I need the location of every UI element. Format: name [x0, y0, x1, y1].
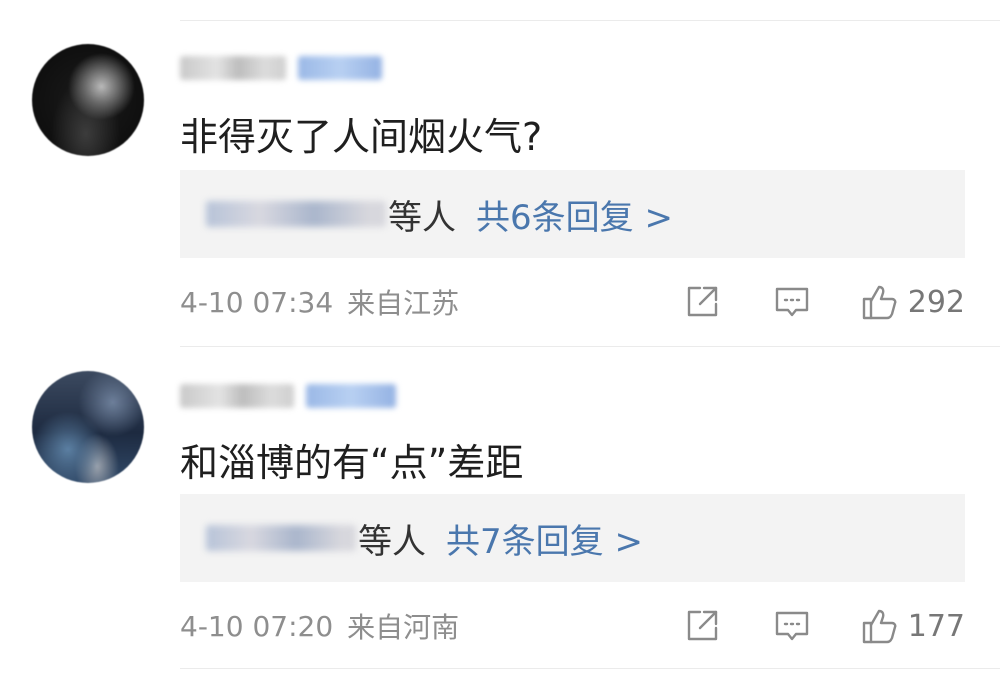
like-count: 177: [907, 608, 965, 644]
like-count: 292: [907, 284, 965, 320]
comment-text: 和淄博的有“点”差距: [180, 441, 524, 485]
reply-users-blurred: [206, 525, 356, 551]
comment-icon[interactable]: [772, 282, 812, 322]
reply-others-label: 等人: [388, 197, 456, 238]
divider: [180, 346, 1000, 347]
thumbs-up-icon: [860, 282, 900, 322]
divider: [180, 20, 1000, 21]
comment-location: 来自河南: [347, 611, 460, 644]
replies-box[interactable]: 等人 共7条回复 >: [180, 494, 965, 582]
share-icon[interactable]: [682, 606, 722, 646]
comment-text: 非得灭了人间烟火气?: [180, 115, 543, 159]
comment-actions: 292: [682, 280, 965, 324]
comment-actions: 177: [682, 604, 965, 648]
comment-meta: 4-10 07:20 来自河南 177: [180, 604, 965, 648]
username-blurred[interactable]: [180, 384, 294, 408]
username-blurred[interactable]: [180, 56, 286, 80]
comment-meta: 4-10 07:34 来自江苏 292: [180, 280, 965, 324]
avatar[interactable]: [32, 371, 144, 483]
like-button[interactable]: 177: [860, 606, 965, 646]
username-row: [180, 50, 382, 86]
user-badge-blurred: [306, 384, 396, 408]
view-replies-link[interactable]: 共7条回复 >: [446, 514, 643, 563]
divider: [180, 668, 1000, 669]
comment-icon[interactable]: [772, 606, 812, 646]
avatar[interactable]: [32, 44, 144, 156]
reply-others-label: 等人: [358, 521, 426, 562]
comment-location: 来自江苏: [347, 287, 460, 320]
replies-box[interactable]: 等人 共6条回复 >: [180, 170, 965, 258]
thumbs-up-icon: [860, 606, 900, 646]
share-icon[interactable]: [682, 282, 722, 322]
comment-timestamp: 4-10 07:34: [180, 285, 334, 319]
comment-timestamp: 4-10 07:20: [180, 609, 334, 643]
view-replies-link[interactable]: 共6条回复 >: [476, 190, 673, 239]
like-button[interactable]: 292: [860, 282, 965, 322]
reply-users-blurred: [206, 201, 386, 227]
user-badge-blurred: [298, 56, 382, 80]
username-row: [180, 378, 396, 414]
comment-list: 非得灭了人间烟火气? 等人 共6条回复 > 4-10 07:34 来自江苏 29…: [0, 0, 1000, 674]
